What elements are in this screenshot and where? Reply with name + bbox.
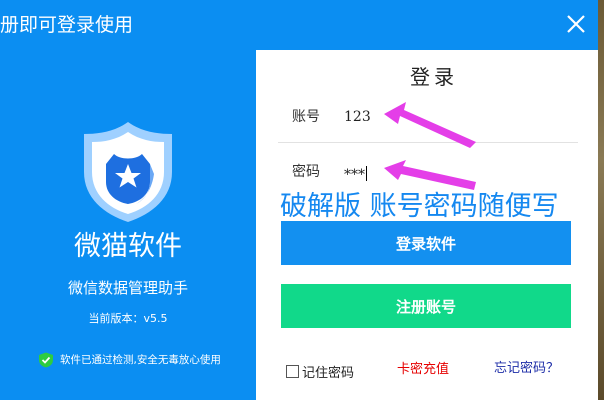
- safety-notice: 软件已通过检测,安全无毒放心使用: [38, 352, 221, 368]
- safety-text: 软件已通过检测,安全无毒放心使用: [60, 354, 221, 366]
- close-icon: [567, 15, 585, 33]
- version-info: 当前版本：v5.5: [0, 312, 256, 326]
- app-name: 微猫软件: [74, 231, 182, 262]
- text-cursor: [366, 166, 367, 181]
- register-button[interactable]: 注册账号: [281, 284, 571, 328]
- account-input[interactable]: 123: [344, 108, 371, 126]
- close-button[interactable]: [562, 10, 590, 38]
- brand-panel: 微猫软件 微信数据管理助手 当前版本：v5.5 软件已通过检测,安全无毒放心使用: [0, 50, 256, 400]
- login-window: 册即可登录使用 微猫软件 微信数据管理助手 当前版本：v5.5 软件已通过检测,…: [0, 0, 598, 400]
- forgot-password-link[interactable]: 忘记密码？: [494, 361, 559, 377]
- remember-label: 记住密码: [302, 366, 355, 381]
- recharge-link[interactable]: 卡密充值: [397, 362, 449, 378]
- password-input[interactable]: ***: [344, 166, 367, 184]
- account-label: 账号: [292, 109, 320, 125]
- shield-logo-icon: [84, 122, 172, 222]
- checkbox-icon[interactable]: [286, 365, 299, 378]
- login-button[interactable]: 登录软件: [281, 221, 571, 265]
- login-heading: 登录: [410, 65, 458, 89]
- password-label: 密码: [292, 164, 320, 180]
- remember-password-checkbox[interactable]: 记住密码: [286, 362, 354, 381]
- annotation-arrow-icon: [384, 160, 476, 190]
- app-subtitle: 微信数据管理助手: [67, 279, 188, 297]
- version-value: v5.5: [143, 312, 168, 325]
- password-value: ***: [344, 167, 365, 183]
- version-label: 当前版本：: [88, 312, 144, 325]
- login-form: 登录 账号 123 密码 *** 破解版 账号密码随便写 登录软件 注册账号 记…: [256, 50, 598, 400]
- annotation-arrow-icon: [384, 102, 476, 148]
- annotation-text: 破解版 账号密码随便写: [280, 191, 559, 222]
- title-bar: 册即可登录使用: [0, 0, 598, 50]
- window-title: 册即可登录使用: [0, 14, 134, 36]
- shield-check-icon: [39, 352, 53, 368]
